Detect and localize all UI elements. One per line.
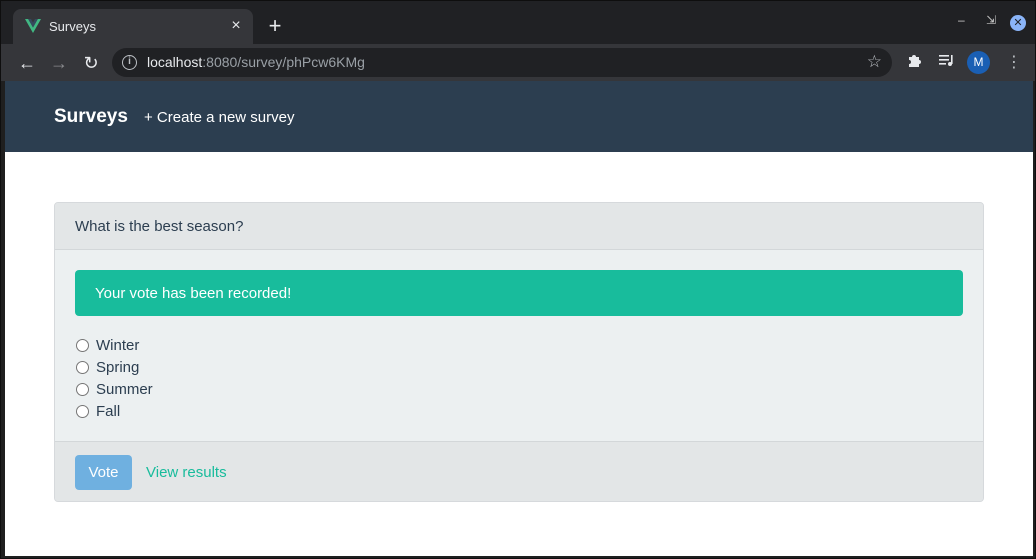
radio-button[interactable] bbox=[76, 338, 89, 352]
window-close-icon[interactable]: ✕ bbox=[1010, 15, 1026, 31]
tab-title: Surveys bbox=[49, 19, 96, 34]
extensions-puzzle-icon[interactable] bbox=[906, 52, 922, 73]
options-list: Winter Spring Summer Fall bbox=[75, 334, 153, 422]
tab-surveys[interactable]: Surveys × bbox=[13, 9, 253, 44]
minimize-icon[interactable]: – bbox=[958, 13, 965, 27]
option-label: Winter bbox=[96, 336, 140, 354]
url-path: :8080/survey/phPcw6KMg bbox=[202, 54, 365, 70]
new-tab-button[interactable]: + bbox=[264, 15, 286, 37]
media-controls-icon[interactable] bbox=[938, 52, 955, 73]
brand-link[interactable]: Surveys bbox=[54, 106, 128, 128]
card-header: What is the best season? bbox=[55, 203, 983, 250]
radio-button[interactable] bbox=[76, 360, 89, 374]
bookmark-star-icon[interactable]: ☆ bbox=[867, 52, 882, 72]
radio-button[interactable] bbox=[76, 382, 89, 396]
radio-button[interactable] bbox=[76, 404, 89, 418]
site-info-icon[interactable]: i bbox=[122, 55, 137, 70]
browser-window: Surveys × + – ⇲ ✕ ← → ↻ i localhost:8080… bbox=[0, 0, 1036, 559]
card-footer: Vote View results bbox=[55, 441, 983, 501]
card-body: Your vote has been recorded! Winter Spri… bbox=[55, 250, 983, 441]
option-spring[interactable]: Spring bbox=[75, 356, 153, 378]
tab-strip: Surveys × + – ⇲ ✕ bbox=[1, 1, 1035, 44]
kebab-menu-icon[interactable]: ⋮ bbox=[1006, 52, 1022, 72]
address-bar[interactable]: i localhost:8080/survey/phPcw6KMg ☆ bbox=[112, 48, 892, 77]
profile-avatar[interactable]: M bbox=[967, 51, 990, 74]
url-host: localhost bbox=[147, 54, 203, 70]
close-tab-icon[interactable]: × bbox=[227, 17, 245, 35]
survey-card: What is the best season? Your vote has b… bbox=[54, 202, 984, 502]
back-arrow-icon[interactable]: ← bbox=[15, 51, 39, 75]
vote-button[interactable]: Vote bbox=[75, 455, 132, 490]
option-fall[interactable]: Fall bbox=[75, 400, 153, 422]
option-label: Spring bbox=[96, 358, 140, 376]
forward-arrow-icon[interactable]: → bbox=[47, 51, 71, 75]
url-text[interactable]: localhost:8080/survey/phPcw6KMg bbox=[147, 54, 365, 70]
alert-message: Your vote has been recorded! bbox=[95, 285, 292, 302]
create-survey-link[interactable]: + Create a new survey bbox=[144, 109, 295, 126]
option-summer[interactable]: Summer bbox=[75, 378, 153, 400]
vue-logo-icon bbox=[25, 19, 41, 33]
reload-icon[interactable]: ↻ bbox=[79, 51, 103, 75]
view-results-link[interactable]: View results bbox=[146, 464, 227, 481]
site-navbar: Surveys + Create a new survey bbox=[5, 81, 1033, 152]
restore-icon[interactable]: ⇲ bbox=[986, 13, 996, 27]
page-viewport: Surveys + Create a new survey What is th… bbox=[5, 81, 1033, 556]
success-alert: Your vote has been recorded! bbox=[75, 270, 963, 316]
option-label: Fall bbox=[96, 402, 121, 420]
survey-question: What is the best season? bbox=[75, 218, 244, 235]
option-winter[interactable]: Winter bbox=[75, 334, 153, 356]
option-label: Summer bbox=[96, 380, 153, 398]
browser-toolbar: ← → ↻ i localhost:8080/survey/phPcw6KMg … bbox=[1, 44, 1035, 81]
